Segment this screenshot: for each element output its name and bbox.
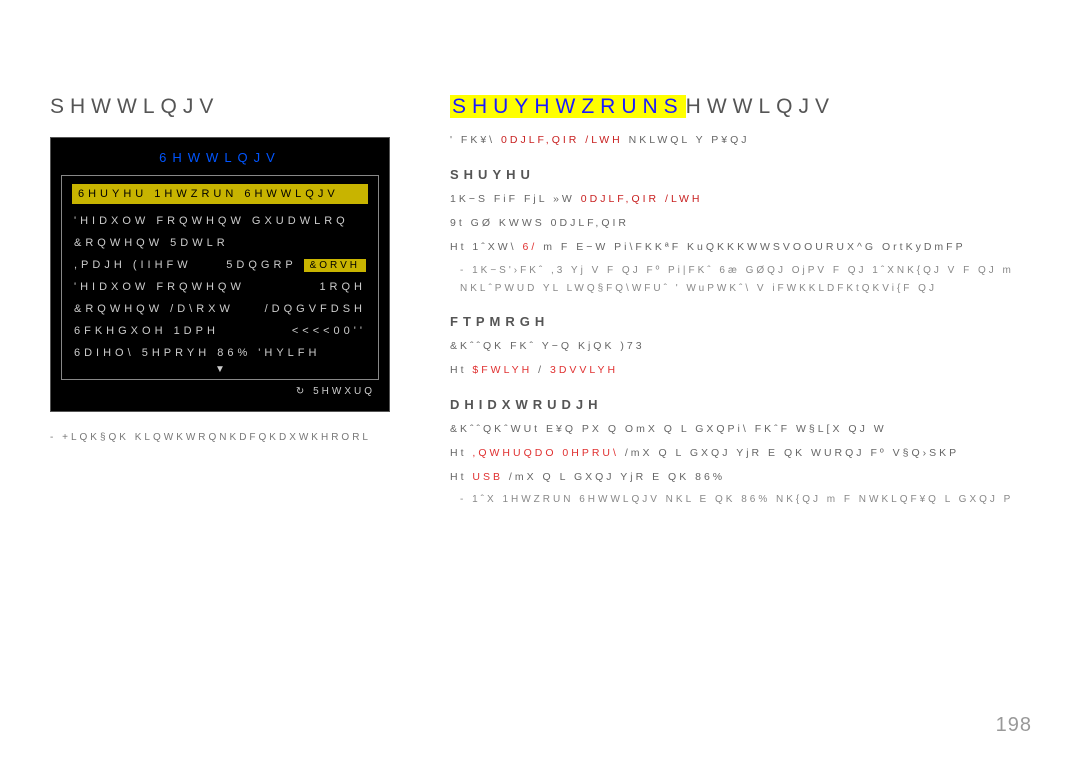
server-line: 9t GØ KWWS 0DJLF,QIR (450, 214, 1030, 234)
menu-item[interactable]: 6FKHGXOH 1DPH <<<<00'' (72, 320, 368, 342)
storage-bullet: - 1ˆX 1HWZRUN 6HWWLQJV NKL E QK 86% NK{Q… (450, 491, 1030, 509)
page-root: SHWWLQJV 6HWWLQJV 6HUYHU 1HWZRUN 6HWWLQJ… (0, 0, 1080, 509)
menu-item[interactable]: 6DIHO\ 5HPRYH 86% 'HYLFH (72, 342, 368, 364)
storage-line: Ht ,QWHUQDO 0HPRU\ /mX Q L GXQJ YjR E QK… (450, 444, 1030, 464)
menu-label: &RQWHQW /D\RXW (74, 303, 234, 315)
ftp-line: &KˆˆQK FKˆ Y−Q KjQK )73 (450, 337, 1030, 357)
server-bullet: - 1K−S'›FKˆ ,3 Yj V F QJ Fº Pi|FKˆ 6æ GØ… (450, 262, 1030, 298)
right-title: SHUYHWZRUNSHWWLQJV (450, 95, 1030, 119)
menu-item[interactable]: ,PDJH (IIHFW 5DQGRP &ORVH (72, 254, 368, 276)
menu-label: &RQWHQW 5DWLR (74, 237, 229, 249)
left-title: SHWWLQJV (50, 95, 390, 119)
storage-heading: DHIDXWRUDJH (450, 397, 1030, 412)
server-line: Ht 1ˆXW\ 6/ m F E−W Pi\FKKªF KuQKKKWWSVO… (450, 238, 1030, 258)
scroll-down-icon[interactable]: ▼ (72, 364, 368, 375)
menu-label: ,PDJH (IIHFW (74, 259, 192, 271)
page-number: 198 (996, 714, 1032, 737)
menu-label: 6FKHGXOH 1DPH (74, 325, 219, 337)
intro-line: ' FK¥\ 0DJLF,QIR /LWH NKLWQL Y P¥QJ (450, 131, 1030, 151)
menu-item[interactable]: 'HIDXOW FRQWHQW 1RQH (72, 276, 368, 298)
menu-label: 6DIHO\ 5HPRYH 86% 'HYLFH (74, 347, 320, 359)
menu-highlighted[interactable]: 6HUYHU 1HWZRUN 6HWWLQJV (72, 184, 368, 204)
server-line: 1K−S FiF FjL »W 0DJLF,QIR /LWH (450, 190, 1030, 210)
settings-menu: 6HUYHU 1HWZRUN 6HWWLQJV 'HIDXOW FRQWHQW … (61, 175, 379, 380)
right-column: SHUYHWZRUNSHWWLQJV ' FK¥\ 0DJLF,QIR /LWH… (450, 95, 1030, 509)
storage-line: &KˆˆQKˆWUt E¥Q PX Q OmX Q L GXQPi\ FKˆF … (450, 420, 1030, 440)
server-heading: SHUYHU (450, 167, 1030, 182)
title-rest: HWWLQJV (686, 95, 835, 118)
return-label: 5HWXUQ (313, 386, 375, 397)
menu-value: <<<<00'' (292, 325, 366, 337)
return-row[interactable]: ↻ 5HWXUQ (51, 380, 389, 397)
menu-label: 'HIDXOW FRQWHQW GXUDWLRQ (74, 215, 349, 227)
settings-header: 6HWWLQJV (51, 146, 389, 175)
menu-label: 'HIDXOW FRQWHQW (74, 281, 245, 293)
return-icon: ↻ (296, 386, 307, 397)
settings-panel: 6HWWLQJV 6HUYHU 1HWZRUN 6HWWLQJV 'HIDXOW… (50, 137, 390, 412)
ftp-heading: FTPMRGH (450, 314, 1030, 329)
footnote-text: +LQK§QK KLQWKWRQNKDFQKDXWKHRORL (62, 432, 371, 443)
left-column: SHWWLQJV 6HWWLQJV 6HUYHU 1HWZRUN 6HWWLQJ… (50, 95, 390, 509)
title-highlight: SHUYHWZRUNS (450, 95, 686, 118)
menu-value: /DQGVFDSH (265, 303, 366, 315)
left-footnote: - +LQK§QK KLQWKWRQNKDFQKDXWKHRORL (50, 430, 390, 446)
menu-item[interactable]: &RQWHQW 5DWLR (72, 232, 368, 254)
storage-line: Ht USB /mX Q L GXQJ YjR E QK 86% (450, 468, 1030, 488)
menu-item[interactable]: 'HIDXOW FRQWHQW GXUDWLRQ (72, 210, 368, 232)
menu-item[interactable]: &RQWHQW /D\RXW /DQGVFDSH (72, 298, 368, 320)
menu-value-wrap: 5DQGRP &ORVH (226, 259, 366, 271)
menu-value: 5DQGRP (226, 259, 296, 271)
close-button[interactable]: &ORVH (304, 259, 366, 272)
menu-value: 1RQH (319, 281, 366, 293)
ftp-line: Ht $FWLYH / 3DVVLYH (450, 361, 1030, 381)
